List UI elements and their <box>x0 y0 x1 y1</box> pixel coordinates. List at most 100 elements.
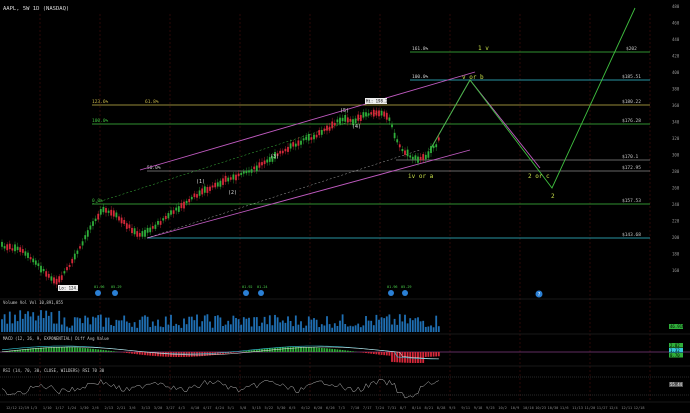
volume-bar <box>276 317 279 332</box>
volume-bar <box>359 327 362 332</box>
macd-value-3: 0.70 <box>670 353 680 358</box>
volume-bar <box>11 323 14 332</box>
volume-bar <box>375 314 378 332</box>
time-tick: 10/2 <box>498 406 507 410</box>
wave-1v-label: 1 v <box>478 45 489 52</box>
candle-body <box>263 160 266 165</box>
macd-bar <box>162 352 165 357</box>
candle-body <box>185 200 188 203</box>
volume-bar <box>94 317 97 332</box>
macd-bar <box>89 348 92 352</box>
volume-bar <box>183 318 185 332</box>
chart-canvas[interactable]: AAPL, 5W 1D (NASDAQ) 161.8% 100.0% 123.6… <box>0 0 690 413</box>
candle-body <box>144 229 146 237</box>
candle-body <box>58 276 61 283</box>
low-label: Lo: 124.17 <box>59 286 84 291</box>
macd-bar <box>427 352 430 357</box>
candle-body <box>40 265 42 273</box>
macd-bar <box>144 352 146 356</box>
macd-bar <box>391 352 393 362</box>
high-label: Hi: 198.23 <box>366 99 391 104</box>
candle-body <box>411 156 414 160</box>
wave-2w-label: (2) <box>228 190 237 196</box>
candle-body <box>375 110 378 116</box>
volume-bar <box>292 326 295 332</box>
macd-bar <box>164 352 167 357</box>
time-tick: 6/12 <box>301 406 310 410</box>
volume-bar <box>196 314 198 332</box>
macd-bar <box>193 352 196 357</box>
volume-bar <box>411 320 414 332</box>
volume-bar <box>404 314 406 332</box>
candle-body <box>16 246 19 251</box>
candle-body <box>102 206 105 213</box>
candle-body <box>180 203 183 209</box>
price-tick: 400 <box>672 70 680 75</box>
volume-bar <box>227 320 230 332</box>
volume-bar <box>40 310 42 332</box>
candle-body <box>157 220 159 225</box>
candle-body <box>310 137 313 140</box>
candle-body <box>211 185 214 188</box>
time-tick: 6/20 <box>314 406 323 410</box>
candle-body <box>21 249 24 253</box>
time-tick: 5/30 <box>277 406 286 410</box>
price-tick: 340 <box>672 120 680 125</box>
volume-bar <box>352 326 354 332</box>
candle-body <box>414 155 417 160</box>
time-tick: 6/5 <box>289 406 296 410</box>
svg-text:01.92: 01.92 <box>242 285 253 289</box>
volume-bar <box>68 327 71 332</box>
candle-body <box>47 273 50 278</box>
volume-bar <box>136 327 139 332</box>
candle-body <box>92 221 94 226</box>
candle-body <box>331 121 334 129</box>
volume-bar <box>401 321 404 332</box>
volume-bar <box>417 317 419 332</box>
candle-body <box>250 169 253 173</box>
volume-bar <box>344 324 347 332</box>
candle-body <box>105 208 107 213</box>
volume-bar <box>188 316 191 332</box>
volume-bar <box>281 320 284 332</box>
volume-bar <box>315 319 318 332</box>
volume-bar <box>266 324 269 332</box>
volume-bar <box>86 317 89 332</box>
candle-body <box>289 143 292 149</box>
candle-body <box>302 138 305 141</box>
fib-price-1: $202 <box>626 46 637 52</box>
time-tick: 3/20 <box>154 406 163 410</box>
volume-bar <box>24 313 27 332</box>
candle-body <box>71 258 74 264</box>
candle-body <box>333 122 336 126</box>
volume-bar <box>53 323 55 332</box>
volume-bar <box>193 320 196 332</box>
candle-body <box>1 241 3 247</box>
volume-bar <box>237 319 240 332</box>
volume-bar <box>388 314 391 332</box>
candle-body <box>346 117 349 123</box>
fib-pct-618: 61.8% <box>145 99 159 105</box>
candle-body <box>141 231 144 237</box>
macd-bar <box>279 347 282 352</box>
macd-bar <box>287 347 289 352</box>
macd-bar <box>79 347 81 352</box>
volume-bar <box>16 321 19 332</box>
candle-body <box>209 186 211 191</box>
macd-bar <box>66 347 68 352</box>
volume-bar <box>58 310 61 332</box>
candle-body <box>232 174 235 180</box>
macd-bar <box>60 347 63 352</box>
volume-bar <box>190 316 193 332</box>
candle-body <box>427 151 430 158</box>
time-tick: 11/6 <box>560 406 569 410</box>
volume-bar <box>229 324 232 332</box>
volume-bar <box>151 321 154 332</box>
candle-body <box>6 244 9 251</box>
candle-body <box>14 244 16 252</box>
volume-bar <box>339 320 341 332</box>
candle-body <box>201 188 204 195</box>
candle-body <box>318 130 321 136</box>
volume-bar <box>255 317 258 332</box>
candle-body <box>50 276 53 281</box>
